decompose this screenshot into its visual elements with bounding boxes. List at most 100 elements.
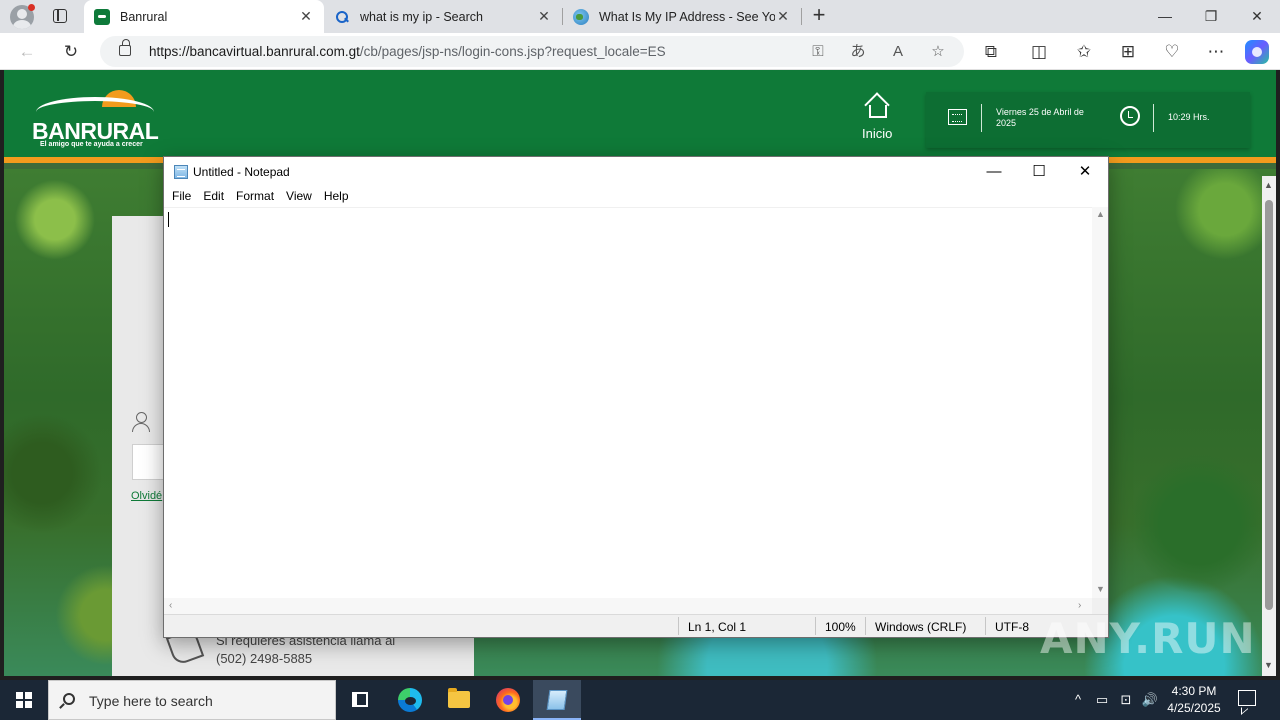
clock-icon — [1120, 106, 1140, 126]
scroll-down-arrow-icon[interactable]: ▼ — [1264, 660, 1273, 670]
clock-date: 4/25/2025 — [1167, 701, 1221, 715]
nav-home-link[interactable]: Inicio — [862, 126, 892, 141]
notepad-text-area[interactable] — [164, 207, 1092, 598]
task-view-icon — [352, 692, 368, 707]
copilot-icon[interactable] — [1245, 40, 1269, 64]
browser-minimize-button[interactable]: — — [1142, 0, 1188, 33]
tab-banrural[interactable]: Banrural ✕ — [84, 0, 324, 33]
clock-time: 4:30 PM — [1171, 684, 1217, 698]
edge-icon — [398, 688, 422, 712]
date-time-panel: Viernes 25 de Abril de 2025 10:29 Hrs. — [926, 92, 1250, 148]
forgot-credentials-link[interactable]: Olvidé — [131, 490, 162, 502]
tab-title: What Is My IP Address - See Your — [599, 9, 775, 24]
notification-center-icon[interactable] — [1238, 690, 1256, 706]
logo-tagline: El amigo que te ayuda a crecer — [40, 141, 143, 148]
user-icon — [132, 412, 150, 432]
translate-icon[interactable]: あ — [847, 41, 869, 63]
tab-close-icon[interactable]: ✕ — [298, 8, 314, 25]
tab-actions-icon[interactable] — [50, 6, 70, 26]
more-icon[interactable]: ⋯ — [1203, 39, 1229, 65]
notepad-maximize-button[interactable]: ☐ — [1016, 157, 1062, 187]
notepad-close-button[interactable]: ✕ — [1062, 157, 1108, 187]
menu-help[interactable]: Help — [318, 187, 355, 207]
taskbar-search-box[interactable]: Type here to search — [48, 680, 336, 720]
notepad-minimize-button[interactable]: — — [971, 157, 1017, 187]
status-divider — [985, 617, 986, 635]
windows-logo-icon — [16, 692, 23, 699]
tab-title: what is my ip - Search — [360, 9, 483, 24]
taskbar-file-explorer-button[interactable] — [435, 680, 483, 720]
status-encoding: UTF-8 — [995, 620, 1029, 634]
favorite-star-icon[interactable]: ☆ — [927, 41, 949, 63]
browser-close-button[interactable]: ✕ — [1234, 0, 1280, 33]
search-icon — [63, 693, 75, 705]
new-tab-button[interactable]: + — [808, 4, 830, 28]
menu-file[interactable]: File — [166, 187, 197, 207]
scroll-up-arrow-icon[interactable]: ▲ — [1264, 180, 1273, 190]
show-hidden-icons-chevron-icon[interactable]: ^ — [1069, 690, 1087, 710]
back-button[interactable]: ← — [14, 39, 40, 65]
taskbar-edge-button[interactable] — [386, 680, 434, 720]
scroll-up-arrow-icon[interactable]: ▲ — [1096, 209, 1105, 219]
tab-close-icon[interactable]: ✕ — [536, 8, 552, 25]
notepad-menu-bar: File Edit Format View Help — [164, 187, 1108, 207]
browser-essentials-icon[interactable]: ♡ — [1159, 39, 1185, 65]
status-divider — [865, 617, 866, 635]
extensions-icon[interactable]: ⧉ — [978, 39, 1004, 65]
notepad-horizontal-scrollbar[interactable]: ‹ › — [164, 598, 1092, 614]
status-divider — [678, 617, 679, 635]
battery-icon[interactable]: ▭ — [1093, 690, 1111, 710]
menu-edit[interactable]: Edit — [197, 187, 230, 207]
notepad-app-icon — [174, 165, 188, 179]
scroll-right-arrow-icon[interactable]: › — [1078, 600, 1081, 611]
lock-icon[interactable] — [119, 39, 131, 56]
collections-icon[interactable]: ⊞ — [1115, 39, 1141, 65]
browser-toolbar: ← ↻ https://bancavirtual.banrural.com.gt… — [0, 33, 1280, 70]
home-icon[interactable] — [864, 94, 890, 118]
search-favicon-icon — [334, 9, 350, 25]
notepad-status-bar: Ln 1, Col 1 100% Windows (CRLF) UTF-8 — [164, 614, 1108, 637]
tab-what-is-my-ip-address[interactable]: What Is My IP Address - See Your ✕ — [563, 0, 801, 33]
notepad-vertical-scrollbar[interactable]: ▲ ▼ — [1092, 207, 1108, 598]
network-icon[interactable]: ⊡ — [1117, 690, 1135, 710]
favorites-icon[interactable]: ✩ — [1071, 39, 1097, 65]
windows-logo-icon — [25, 701, 32, 708]
notepad-window: Untitled - Notepad — ☐ ✕ File Edit Forma… — [163, 156, 1109, 638]
address-bar[interactable]: https://bancavirtual.banrural.com.gt/cb/… — [100, 36, 964, 67]
notepad-title: Untitled - Notepad — [193, 165, 290, 179]
current-date: Viernes 25 de Abril de 2025 — [996, 107, 1084, 128]
page-scrollbar[interactable]: ▲ ▼ — [1262, 176, 1276, 676]
text-caret — [168, 212, 169, 227]
tab-what-is-my-ip-search[interactable]: what is my ip - Search ✕ — [324, 0, 562, 33]
taskbar-firefox-button[interactable] — [484, 680, 532, 720]
tab-close-icon[interactable]: ✕ — [775, 8, 791, 25]
site-header: BANRURAL El amigo que te ayuda a crecer … — [4, 70, 1276, 163]
url-origin: https://bancavirtual.banrural.com.gt — [149, 44, 360, 59]
split-screen-icon[interactable]: ◫ — [1026, 39, 1052, 65]
refresh-button[interactable]: ↻ — [58, 39, 84, 65]
address-url[interactable]: https://bancavirtual.banrural.com.gt/cb/… — [149, 44, 666, 59]
banrural-favicon-icon — [94, 8, 110, 25]
search-placeholder: Type here to search — [89, 693, 213, 709]
status-zoom: 100% — [825, 620, 856, 634]
windows-logo-icon — [16, 701, 23, 708]
browser-restore-button[interactable]: ❐ — [1188, 0, 1234, 33]
calendar-icon — [948, 109, 967, 125]
divider — [1153, 104, 1154, 132]
firefox-icon — [496, 688, 520, 712]
scroll-down-arrow-icon[interactable]: ▼ — [1096, 584, 1105, 594]
menu-view[interactable]: View — [280, 187, 318, 207]
key-icon[interactable]: ⚿ — [807, 41, 829, 63]
menu-format[interactable]: Format — [230, 187, 280, 207]
task-view-button[interactable] — [336, 680, 384, 720]
taskbar-notepad-button[interactable] — [533, 680, 581, 720]
scroll-left-arrow-icon[interactable]: ‹ — [169, 600, 172, 611]
start-button[interactable] — [0, 680, 48, 720]
taskbar-clock[interactable]: 4:30 PM 4/25/2025 — [1164, 683, 1224, 717]
notepad-title-bar[interactable]: Untitled - Notepad — ☐ ✕ — [164, 157, 1108, 187]
read-aloud-icon[interactable]: A — [887, 41, 909, 63]
volume-icon[interactable]: 🔊 — [1141, 690, 1159, 710]
divider — [981, 104, 982, 132]
scrollbar-thumb[interactable] — [1265, 200, 1273, 610]
scrollbar-corner — [1092, 598, 1108, 614]
